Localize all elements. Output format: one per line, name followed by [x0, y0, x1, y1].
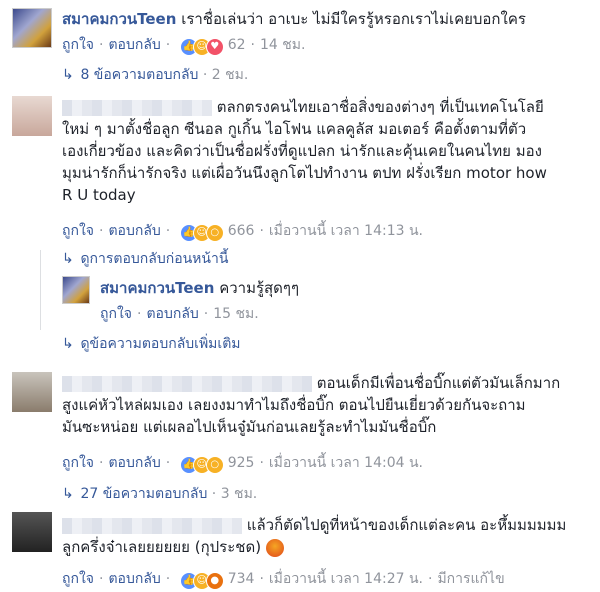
reaction-count[interactable]: 666	[224, 223, 255, 239]
avatar[interactable]	[12, 372, 52, 412]
comment-text-line: ใหม่ ๆ มาตั้งชื่อลูก ซีนอล กูเกิ้น ไอโฟน…	[62, 120, 527, 138]
comment-actions: ถูกใจ · ตอบกลับ · 👍 ☺ ○ 925 · เมื่อวานนี้ เวลา 1…	[62, 452, 423, 474]
reply-link[interactable]: ตอบกลับ	[146, 306, 198, 322]
avatar[interactable]	[12, 96, 52, 136]
replies-count[interactable]: 8 ข้อความตอบกลับ	[80, 67, 198, 83]
comment-text-line: ลูกครึ่งจ๋าเลยยยยยย (กุประชด)	[62, 538, 262, 556]
comment-text-line: R U today	[62, 186, 136, 204]
reply-arrow-icon: ↳	[62, 336, 74, 352]
replies-time: 2 ชม.	[211, 67, 249, 83]
reply-arrow-icon: ↳	[62, 486, 74, 502]
wow-reaction-icon: ○	[205, 456, 224, 474]
replies-count[interactable]: 27 ข้อความตอบกลับ	[80, 486, 207, 502]
comment-text-line: มุมน่ารักก็น่ารักจริง แต่เผื่อวันนึงลูกโ…	[62, 164, 547, 182]
avatar[interactable]	[12, 512, 52, 552]
comment-body: ตอนเด็กมีเพื่อนชื่อบิ๊กแต่ตัวมันเล็กมาก …	[62, 372, 592, 438]
reply-arrow-icon: ↳	[62, 67, 74, 83]
wow-reaction-icon: ○	[205, 224, 224, 242]
comment-text-line: สูงแค่หัวไหล่ผมเอง เลยงงมาทำไมถึงชื่อบิ๊…	[62, 396, 526, 414]
commenter-name[interactable]: สมาคมกวนTeen	[62, 10, 176, 28]
reaction-icons[interactable]: 👍 ☺ ○	[179, 455, 224, 474]
previous-replies-link[interactable]: ↳ ดูการตอบกลับก่อนหน้านี้	[62, 248, 228, 270]
more-replies-link[interactable]: ↳ ดูข้อความตอบกลับเพิ่มเติม	[62, 333, 241, 355]
comment-text-line: ตอนเด็กมีเพื่อนชื่อบิ๊กแต่ตัวมันเล็กมาก	[316, 374, 561, 392]
reply-body: สมาคมกวนTeen ความรู้สุดๆๆ	[100, 277, 590, 299]
thread-line	[40, 250, 41, 330]
redacted-name	[62, 375, 312, 392]
reaction-count[interactable]: 925	[224, 455, 255, 471]
reply-text: ความรู้สุดๆๆ	[219, 279, 300, 297]
like-link[interactable]: ถูกใจ	[62, 455, 94, 471]
reply-link[interactable]: ตอบกลับ	[108, 223, 160, 239]
reply-arrow-icon: ↳	[62, 251, 74, 267]
comment-text-line: เองเกี่ยวข้อง และคิดว่าเป็นชื่อฝรั่งที่ด…	[62, 142, 542, 160]
reply-link[interactable]: ตอบกลับ	[108, 37, 160, 53]
replies-link[interactable]: ↳ 8 ข้อความตอบกลับ · 2 ชม.	[62, 64, 248, 86]
comment-time[interactable]: 14 ชม.	[260, 37, 305, 53]
comment-time[interactable]: เมื่อวานนี้ เวลา 14:27 น.	[269, 571, 423, 587]
redacted-name	[62, 99, 212, 116]
comment-text-line: มันซะหน่อย แต่เผลอไปเห็นจู๋มันก่อนเลยรู้…	[62, 418, 437, 436]
replies-time: 3 ชม.	[220, 486, 258, 502]
love-reaction-icon: ♥	[205, 38, 224, 56]
reply-link[interactable]: ตอบกลับ	[108, 455, 160, 471]
previous-replies-label[interactable]: ดูการตอบกลับก่อนหน้านี้	[80, 251, 228, 267]
comment-actions: ถูกใจ · ตอบกลับ · 👍 ☺ ♥ 62 · 14 ชม.	[62, 34, 305, 56]
like-link[interactable]: ถูกใจ	[62, 571, 94, 587]
comment-body: สมาคมกวนTeen เราชื่อเล่นว่า อาเบะ ไม่มีใ…	[62, 8, 592, 30]
comment-time[interactable]: เมื่อวานนี้ เวลา 14:13 น.	[269, 223, 423, 239]
like-link[interactable]: ถูกใจ	[100, 306, 132, 322]
comment-text: เราชื่อเล่นว่า อาเบะ ไม่มีใครรู้หรอกเราไ…	[181, 10, 526, 28]
angry-reaction-icon: ●	[205, 572, 224, 590]
reply-link[interactable]: ตอบกลับ	[108, 571, 160, 587]
comment-text-line: ตลกตรงคนไทยเอาชื่อสิ่งของต่างๆ ที่เป็นเท…	[216, 98, 544, 116]
more-replies-label[interactable]: ดูข้อความตอบกลับเพิ่มเติม	[80, 336, 240, 352]
reaction-icons[interactable]: 👍 ☺ ○	[179, 223, 224, 242]
replies-link[interactable]: ↳ 27 ข้อความตอบกลับ · 3 ชม.	[62, 483, 257, 505]
avatar[interactable]	[12, 8, 52, 48]
reply-actions: ถูกใจ · ตอบกลับ · 15 ชม.	[100, 306, 259, 322]
like-link[interactable]: ถูกใจ	[62, 37, 94, 53]
comment-body: ตลกตรงคนไทยเอาชื่อสิ่งของต่างๆ ที่เป็นเท…	[62, 96, 597, 206]
comment-body: แล้วก็ตัดไปดูที่หน้าของเด็กแต่ละคน อะหึ้…	[62, 514, 592, 558]
comment-time[interactable]: เมื่อวานนี้ เวลา 14:04 น.	[269, 455, 423, 471]
reaction-count[interactable]: 62	[224, 37, 246, 53]
commenter-name[interactable]: สมาคมกวนTeen	[100, 279, 214, 297]
comment-actions: ถูกใจ · ตอบกลับ · 👍 ☺ ○ 666 · เมื่อวานนี้ เวลา 1…	[62, 220, 423, 242]
redacted-name	[62, 517, 242, 534]
comment-time[interactable]: 15 ชม.	[213, 306, 258, 322]
like-link[interactable]: ถูกใจ	[62, 223, 94, 239]
avatar[interactable]	[62, 276, 90, 304]
edited-label[interactable]: มีการแก้ไข	[437, 571, 504, 587]
reaction-icons[interactable]: 👍 ☺ ●	[179, 571, 224, 590]
reaction-count[interactable]: 734	[224, 571, 255, 587]
comment-actions: ถูกใจ · ตอบกลับ · 👍 ☺ ● 734 · เมื่อวานนี้ เวลา 1…	[62, 568, 505, 590]
angry-emoji-icon	[265, 538, 284, 557]
reaction-icons[interactable]: 👍 ☺ ♥	[179, 37, 224, 56]
comment-text-line: แล้วก็ตัดไปดูที่หน้าของเด็กแต่ละคน อะหึ้…	[246, 516, 567, 534]
